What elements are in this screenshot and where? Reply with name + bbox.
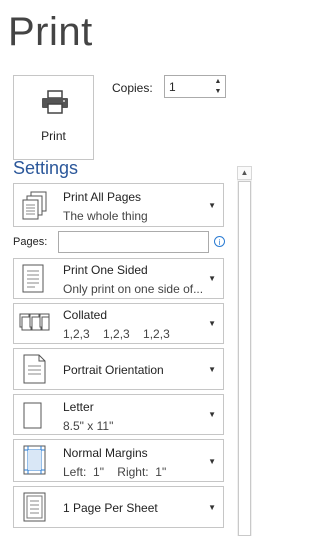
settings-heading: Settings	[13, 158, 79, 178]
chevron-down-icon: ▼	[208, 457, 216, 466]
chevron-down-icon[interactable]: ▼	[213, 87, 223, 97]
chevron-up-icon[interactable]: ▲	[213, 77, 223, 87]
page-per-sheet-icon	[23, 492, 46, 522]
collation-dropdown[interactable]: Collated 1,2,3 1,2,3 1,2,3 ▼	[13, 303, 224, 344]
option-title: Print All Pages	[63, 190, 142, 204]
info-icon[interactable]: i	[214, 236, 225, 247]
option-subtitle: Left: 1" Right: 1"	[63, 465, 167, 479]
chevron-down-icon: ▼	[208, 503, 216, 512]
chevron-down-icon: ▼	[208, 201, 216, 210]
chevron-down-icon: ▼	[208, 319, 216, 328]
chevron-down-icon: ▼	[208, 274, 216, 283]
margins-dropdown[interactable]: Normal Margins Left: 1" Right: 1" ▼	[13, 439, 224, 482]
copies-value[interactable]: 1	[169, 80, 176, 94]
scrollbar-thumb[interactable]	[238, 181, 251, 536]
page-title: Print	[8, 10, 93, 54]
copies-label: Copies:	[112, 81, 153, 95]
option-subtitle: 1,2,3 1,2,3 1,2,3	[63, 327, 170, 341]
option-title: Normal Margins	[63, 446, 148, 460]
sides-dropdown[interactable]: Print One Sided Only print on one side o…	[13, 258, 224, 299]
print-range-dropdown[interactable]: Print All Pages The whole thing ▼	[13, 183, 224, 227]
option-subtitle: 8.5" x 11"	[63, 419, 114, 433]
chevron-down-icon: ▼	[208, 410, 216, 419]
margins-icon	[23, 445, 46, 475]
pages-per-sheet-dropdown[interactable]: 1 Page Per Sheet ▼	[13, 486, 224, 528]
orientation-dropdown[interactable]: Portrait Orientation ▼	[13, 348, 224, 390]
paper-size-dropdown[interactable]: Letter 8.5" x 11" ▼	[13, 394, 224, 435]
pages-stack-icon	[22, 191, 47, 220]
print-button[interactable]: Print	[13, 75, 94, 160]
option-title: Portrait Orientation	[63, 363, 164, 377]
option-subtitle: Only print on one side of...	[63, 282, 204, 296]
scroll-up-icon[interactable]: ▲	[237, 166, 252, 180]
one-sided-icon	[22, 264, 44, 293]
paper-size-icon	[23, 402, 42, 429]
chevron-down-icon: ▼	[208, 365, 216, 374]
portrait-icon	[23, 354, 46, 384]
collated-icon	[19, 313, 50, 331]
option-title: 1 Page Per Sheet	[63, 501, 158, 515]
option-title: Print One Sided	[63, 263, 148, 277]
pages-label: Pages:	[13, 236, 48, 248]
option-title: Collated	[63, 308, 108, 322]
option-subtitle: The whole thing	[63, 209, 148, 223]
printer-icon	[42, 90, 68, 114]
print-button-label: Print	[41, 129, 66, 143]
option-title: Letter	[63, 400, 94, 414]
copies-stepper[interactable]: 1 ▲ ▼	[164, 75, 226, 98]
pages-input[interactable]	[58, 231, 209, 253]
